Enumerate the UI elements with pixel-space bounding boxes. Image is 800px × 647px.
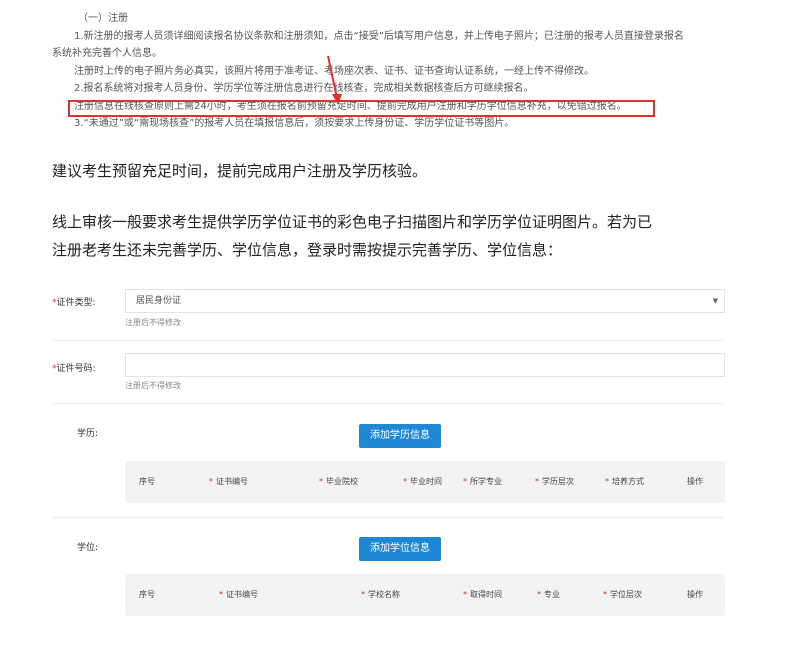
divider	[52, 403, 724, 404]
education-column-header: * 毕业时间	[403, 477, 442, 486]
notice-line-1: 1.新注册的报考人员须详细阅读报名协议条款和注册须知，点击“接受”后填写用户信息…	[74, 30, 684, 42]
notice-line-4: 2.报名系统将对报考人员身份、学历学位等注册信息进行在线核查，完成相关数据核查后…	[74, 83, 534, 94]
notice-heading: （一）注册	[78, 13, 128, 24]
divider	[52, 340, 724, 341]
caret-down-icon: ▼	[712, 297, 718, 305]
id-number-hint: 注册后不得修改	[125, 381, 181, 390]
review-paragraph-line-2: 注册老考生还未完善学历、学位信息，登录时需按提示完善学历、学位信息：	[52, 241, 563, 259]
education-table-header: 序号 * 证书编号 * 毕业院校 * 毕业时间 * 所学专业 * 学历层次 * 培养方式 操作	[125, 461, 725, 503]
degree-column-header: * 专业	[537, 590, 560, 599]
notice-line-3: 注册时上传的电子照片务必真实，该照片将用于准考证、考场座次表、证书、证书查询认证…	[74, 65, 594, 77]
red-arrow-icon	[327, 56, 342, 105]
add-education-button[interactable]: 添加学历信息	[359, 424, 441, 448]
education-column-header: * 所学专业	[463, 477, 502, 486]
id-type-hint: 注册后不得修改	[125, 318, 181, 327]
degree-column-header: * 学位层次	[603, 590, 642, 599]
notice-line-2: 系统补充完善个人信息。	[52, 48, 162, 59]
degree-table-header: 序号 * 证书编号 * 学校名称 * 取得时间 * 专业 * 学位层次 操作	[125, 574, 725, 616]
id-number-input[interactable]	[125, 353, 725, 377]
degree-column-header: 操作	[687, 590, 703, 599]
education-column-header: * 培养方式	[605, 477, 644, 486]
education-column-header: 操作	[687, 477, 703, 486]
education-label: 学历:	[77, 429, 99, 439]
divider	[52, 517, 724, 518]
add-degree-button[interactable]: 添加学位信息	[359, 537, 441, 561]
id-number-label: *证件号码:	[52, 364, 96, 374]
education-column-header: * 学历层次	[535, 477, 574, 486]
review-paragraph: 线上审核一般要求考生提供学历学位证书的彩色电子扫描图片和学历学位证明图片。若为已…	[52, 208, 742, 264]
degree-column-header: * 学校名称	[361, 590, 400, 599]
degree-column-header: * 证书编号	[219, 590, 258, 599]
notice-line-6: 3.“未通过”或“需现场核查”的报考人员在填报信息后，须按要求上传身份证、学历学…	[74, 118, 515, 129]
degree-column-header: 序号	[139, 590, 155, 599]
education-column-header: 序号	[139, 477, 155, 486]
degree-column-header: * 取得时间	[463, 590, 502, 599]
degree-label: 学位:	[77, 543, 99, 553]
review-paragraph-line-1: 线上审核一般要求考生提供学历学位证书的彩色电子扫描图片和学历学位证明图片。若为已	[52, 213, 653, 231]
education-column-header: * 证书编号	[209, 477, 248, 486]
advice-paragraph: 建议考生预留充足时间，提前完成用户注册及学历核验。	[52, 162, 428, 180]
id-type-select[interactable]: 居民身份证 ▼	[125, 289, 725, 313]
id-type-value: 居民身份证	[136, 296, 182, 306]
id-type-label: *证件类型:	[52, 298, 96, 308]
highlight-box	[68, 100, 655, 117]
education-column-header: * 毕业院校	[319, 477, 358, 486]
